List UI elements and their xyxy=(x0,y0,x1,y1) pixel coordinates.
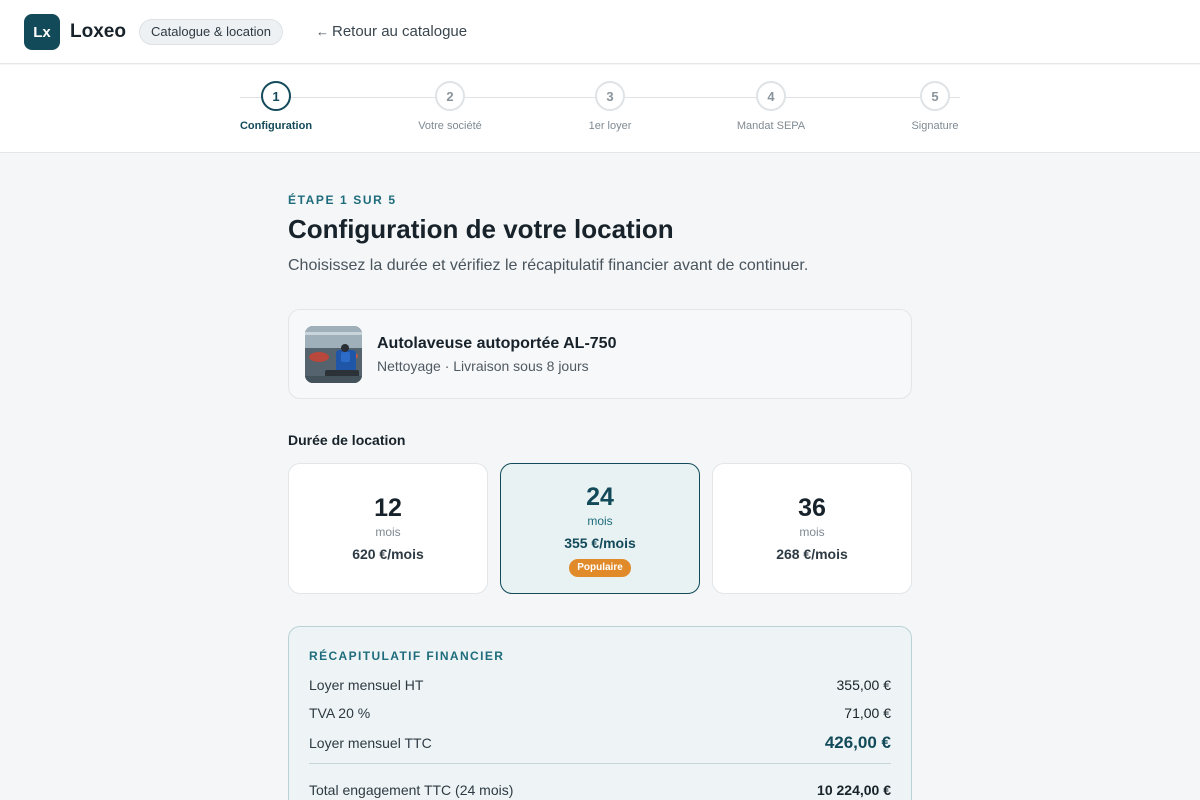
step-number: 1 xyxy=(261,81,291,111)
duration-option-36[interactable]: 36 mois 268 €/mois xyxy=(712,463,912,594)
popular-badge: Populaire xyxy=(569,559,631,577)
step-label: Configuration xyxy=(239,120,313,132)
summary-value: 10 224,00 € xyxy=(817,782,891,798)
duration-option-12[interactable]: 12 mois 620 €/mois xyxy=(288,463,488,594)
summary-value: 71,00 € xyxy=(844,705,891,721)
summary-row-loyer-ttc: Loyer mensuel TTC 426,00 € xyxy=(309,733,891,753)
summary-label: Loyer mensuel TTC xyxy=(309,735,432,751)
page-title: Configuration de votre location xyxy=(288,214,674,244)
step-number: 2 xyxy=(435,81,465,111)
step-number: 5 xyxy=(920,81,950,111)
duration-label: Durée de location xyxy=(288,432,406,448)
brand-name[interactable]: Loxeo xyxy=(70,20,126,44)
step-mandat-sepa[interactable]: 4 Mandat SEPA xyxy=(711,81,831,132)
summary-row-total: Total engagement TTC (24 mois) 10 224,00… xyxy=(309,782,891,798)
step-eyebrow: ÉTAPE 1 SUR 5 xyxy=(288,193,397,207)
financial-summary: RÉCAPITULATIF FINANCIER Loyer mensuel HT… xyxy=(288,626,912,800)
summary-divider xyxy=(309,763,891,764)
duration-price: 268 €/mois xyxy=(776,546,848,562)
summary-row-loyer-ht: Loyer mensuel HT 355,00 € xyxy=(309,677,891,693)
step-label: Mandat SEPA xyxy=(736,120,806,132)
arrow-left-icon: ← xyxy=(316,24,329,39)
top-bar: Lx Loxeo Catalogue & location ← Retour au… xyxy=(0,0,1200,64)
back-link-label: Retour au catalogue xyxy=(332,23,468,40)
summary-value: 426,00 € xyxy=(824,733,891,752)
product-card: Autolaveuse autoportée AL-750 Nettoyage … xyxy=(288,309,912,399)
duration-months: 36 xyxy=(798,494,826,522)
duration-unit: mois xyxy=(375,525,401,539)
duration-price: 355 €/mois xyxy=(564,535,636,551)
step-premier-loyer[interactable]: 3 1er loyer xyxy=(550,81,670,132)
step-number: 3 xyxy=(595,81,625,111)
step-number: 4 xyxy=(756,81,786,111)
duration-option-24[interactable]: 24 mois 355 €/mois Populaire xyxy=(500,463,700,594)
step-signature[interactable]: 5 Signature xyxy=(875,81,995,132)
progress-stepper: 1 Configuration 2 Votre société 3 1er lo… xyxy=(0,65,1200,153)
product-name: Autolaveuse autoportée AL-750 xyxy=(377,335,617,352)
product-meta: Nettoyage · Livraison sous 8 jours xyxy=(377,358,589,374)
logo[interactable]: Lx xyxy=(24,14,60,50)
section-pill: Catalogue & location xyxy=(139,19,283,45)
step-label: Signature xyxy=(911,120,959,132)
floor-scrubber-image xyxy=(305,326,362,383)
summary-title: RÉCAPITULATIF FINANCIER xyxy=(309,649,505,663)
page-subtitle: Choisissez la durée et vérifiez le récap… xyxy=(288,257,809,274)
step-label: Votre société xyxy=(418,120,482,132)
duration-unit: mois xyxy=(587,514,613,528)
summary-label: TVA 20 % xyxy=(309,705,371,721)
duration-months: 12 xyxy=(374,494,402,522)
duration-months: 24 xyxy=(586,483,614,511)
step-votre-societe[interactable]: 2 Votre société xyxy=(390,81,510,132)
product-thumbnail xyxy=(305,326,362,383)
step-configuration[interactable]: 1 Configuration xyxy=(216,81,336,132)
back-to-catalogue-link[interactable]: ← Retour au catalogue xyxy=(316,23,467,41)
summary-value: 355,00 € xyxy=(836,677,892,693)
duration-price: 620 €/mois xyxy=(352,546,424,562)
summary-row-tva: TVA 20 % 71,00 € xyxy=(309,705,891,721)
summary-label: Loyer mensuel HT xyxy=(309,677,424,693)
duration-unit: mois xyxy=(799,525,825,539)
summary-label: Total engagement TTC (24 mois) xyxy=(309,782,514,798)
step-label: 1er loyer xyxy=(588,120,632,132)
